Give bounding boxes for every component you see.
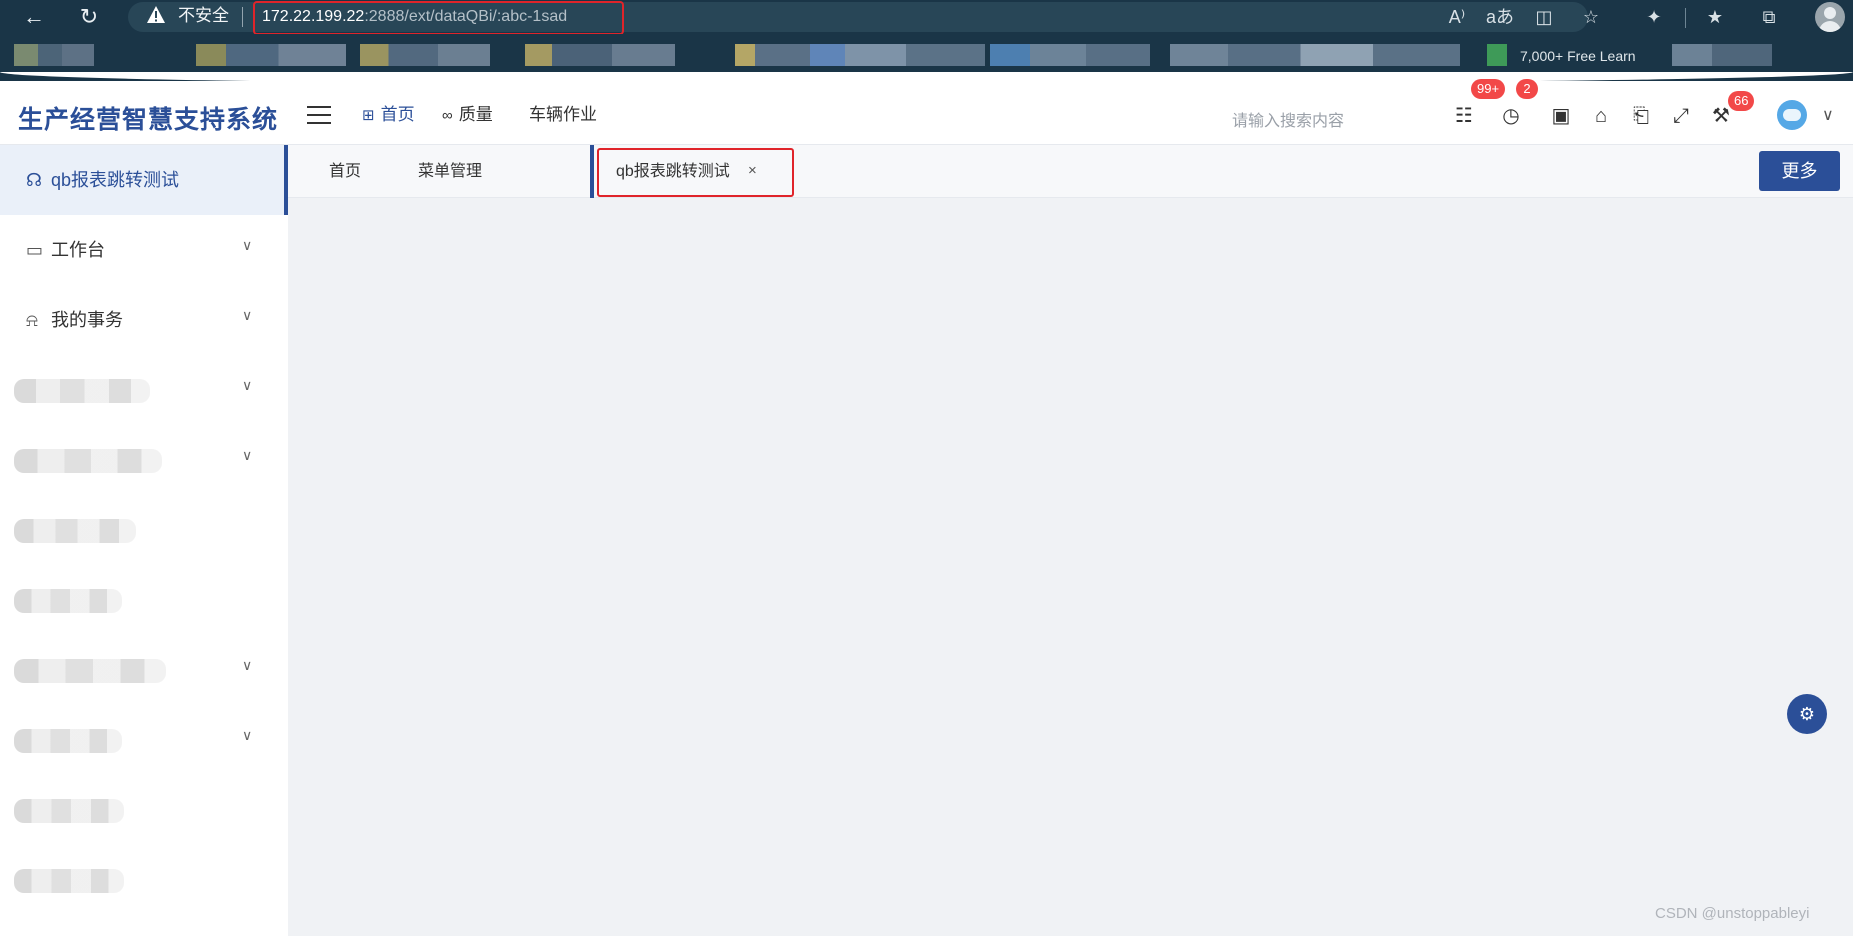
sidebar: ☊ qb报表跳转测试 ▭ 工作台 ∨ ⍾ 我的事务 ∨ ∨ ∨ ∨ ∨	[0, 145, 288, 936]
bookmark-item[interactable]	[525, 44, 675, 66]
sidebar-item-label: 工作台	[51, 240, 105, 260]
chevron-down-icon: ∨	[242, 657, 253, 673]
tab-home[interactable]: 首页	[329, 145, 361, 198]
sidebar-item-redacted[interactable]: ∨	[0, 425, 288, 495]
sidebar-item-redacted[interactable]: ∨	[0, 355, 288, 425]
security-label[interactable]: 不安全	[178, 6, 229, 26]
main-content	[288, 198, 1853, 936]
headset-icon: ☊	[26, 170, 42, 190]
bookmark-item[interactable]	[735, 44, 815, 66]
glasses-icon: ∞	[442, 107, 453, 124]
redacted-label	[14, 589, 122, 613]
address-divider	[242, 7, 243, 27]
profile-icon[interactable]	[1815, 2, 1845, 32]
sidebar-item-my-tasks[interactable]: ⍾ 我的事务 ∨	[0, 285, 288, 355]
grid-icon: ⊞	[362, 107, 375, 124]
app-title: 生产经营智慧支持系统	[18, 106, 279, 134]
top-menu-label: 首页	[380, 105, 415, 124]
tab-highlight-box	[597, 148, 794, 197]
top-menu-home[interactable]: ⊞ 首页	[362, 103, 415, 128]
hamburger-menu-icon[interactable]	[307, 106, 331, 124]
chevron-down-icon: ∨	[242, 727, 253, 743]
redacted-label	[14, 449, 162, 473]
add-favorite-icon[interactable]: ☆	[1577, 4, 1605, 30]
bookmark-item[interactable]	[196, 44, 346, 66]
bookmark-item[interactable]	[14, 44, 94, 66]
sidebar-item-redacted[interactable]	[0, 775, 288, 845]
active-tab-indicator	[590, 145, 594, 198]
notice-icon[interactable]: ☷	[1451, 103, 1477, 129]
top-menu-quality[interactable]: ∞ 质量	[442, 103, 493, 128]
settings-gear-icon[interactable]: ⚙	[1787, 694, 1827, 734]
bookmark-item[interactable]	[810, 44, 985, 66]
bookmark-favicon	[1487, 44, 1507, 66]
language-icon[interactable]: ⎗	[1628, 103, 1654, 129]
sidebar-item-qb-report-test[interactable]: ☊ qb报表跳转测试	[0, 145, 288, 215]
collections-icon[interactable]: ⧉	[1755, 4, 1783, 30]
chevron-down-icon: ∨	[242, 377, 253, 393]
split-screen-icon[interactable]: ◫	[1530, 4, 1558, 30]
redaction-scribble	[0, 72, 1853, 81]
redacted-label	[14, 869, 124, 893]
redacted-label	[14, 379, 150, 403]
bookmark-item[interactable]	[1170, 44, 1460, 66]
theme-shirt-icon[interactable]: ⌂	[1588, 103, 1614, 129]
extensions-icon[interactable]: ✦	[1640, 4, 1668, 30]
alarm-badge: 2	[1516, 79, 1538, 99]
translate-icon[interactable]: aあ	[1486, 4, 1514, 30]
sidebar-item-redacted[interactable]: ∨	[0, 705, 288, 775]
tools-badge: 66	[1728, 91, 1755, 111]
url-highlight-box	[253, 1, 624, 35]
warning-icon[interactable]	[146, 5, 166, 25]
more-button[interactable]: 更多	[1759, 151, 1840, 191]
bookmark-item[interactable]	[990, 44, 1150, 66]
redacted-label	[14, 799, 124, 823]
top-menu-vehicle-ops[interactable]: 车辆作业	[529, 103, 597, 127]
fullscreen-icon[interactable]: ⤢	[1668, 103, 1694, 129]
sidebar-item-redacted[interactable]: ∨	[0, 635, 288, 705]
redacted-label	[14, 659, 166, 683]
favorites-icon[interactable]: ★	[1701, 4, 1729, 30]
bell-icon: ⍾	[26, 310, 38, 330]
sidebar-item-redacted[interactable]	[0, 495, 288, 565]
sidebar-item-workbench[interactable]: ▭ 工作台 ∨	[0, 215, 288, 285]
search-input[interactable]: 请输入搜索内容	[1232, 107, 1344, 131]
bookmark-label[interactable]: 7,000+ Free Learn	[1520, 48, 1636, 64]
bookmark-item[interactable]	[360, 44, 490, 66]
top-menu-label: 车辆作业	[529, 105, 597, 124]
read-aloud-icon[interactable]: A⁾	[1443, 4, 1471, 30]
top-menu-label: 质量	[458, 105, 493, 124]
redacted-label	[14, 729, 122, 753]
toolbar-divider	[1685, 8, 1686, 28]
reload-icon[interactable]: ↻	[75, 3, 103, 31]
bookmarks-bar: 7,000+ Free Learn	[0, 34, 1853, 81]
sidebar-item-label: qb报表跳转测试	[51, 170, 180, 190]
alarm-icon[interactable]: ◷	[1498, 103, 1524, 129]
sidebar-item-label: 我的事务	[51, 310, 123, 330]
watermark: CSDN @unstoppableyi	[1655, 905, 1810, 922]
sidebar-item-redacted[interactable]	[0, 565, 288, 635]
lock-icon[interactable]: ▣	[1548, 103, 1574, 129]
tab-menu-management[interactable]: 菜单管理	[418, 145, 482, 198]
app-header: 生产经营智慧支持系统 ⊞ 首页 ∞ 质量 车辆作业 请输入搜索内容 ☷ 99+ ◷ …	[0, 79, 1853, 145]
chevron-down-icon: ∨	[242, 237, 253, 253]
sidebar-item-redacted[interactable]	[0, 845, 288, 915]
bookmark-item[interactable]	[1672, 44, 1772, 66]
notice-badge: 99+	[1471, 79, 1506, 99]
monitor-icon: ▭	[26, 240, 44, 260]
browser-toolbar: ← ↻ 不安全 172.22.199.22:2888/ext/dataQBi/:…	[0, 0, 1853, 35]
chevron-down-icon: ∨	[242, 447, 253, 463]
redacted-label	[14, 519, 136, 543]
avatar[interactable]	[1777, 100, 1807, 130]
chevron-down-icon[interactable]: ∨	[1822, 105, 1834, 125]
back-arrow-icon[interactable]: ←	[20, 3, 48, 31]
tab-bar: 首页 菜单管理 qb报表跳转测试	[288, 145, 1853, 198]
close-icon[interactable]: ×	[748, 162, 757, 179]
chevron-down-icon: ∨	[242, 307, 253, 323]
